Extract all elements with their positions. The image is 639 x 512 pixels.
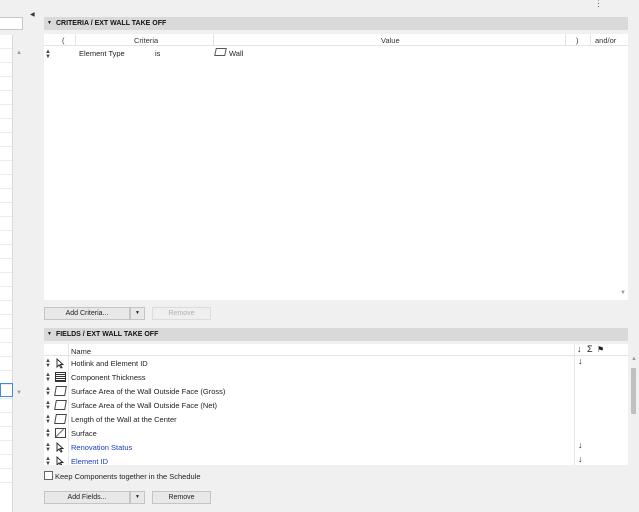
reorder-handle-icon[interactable]: ▲ ▼ xyxy=(45,386,51,397)
field-name: Renovation Status xyxy=(71,443,133,452)
open-paren-column[interactable]: ( xyxy=(62,36,65,45)
fields-section-header[interactable]: ▼ FIELDS / EXT WALL TAKE OFF xyxy=(44,328,628,341)
collapse-triangle-icon[interactable]: ▼ xyxy=(47,20,52,26)
scrollbar-thumb[interactable] xyxy=(631,368,636,414)
scroll-down-icon[interactable]: ▼ xyxy=(620,290,626,296)
criteria-row[interactable]: ▲ ▼ Element Type is Wall xyxy=(44,47,619,60)
chevron-down-icon: ▼ xyxy=(135,494,140,500)
field-row[interactable]: ▲ ▼ Hotlink and Element ID ↓ xyxy=(44,356,619,370)
wall-face-icon xyxy=(54,400,67,410)
add-fields-dropdown[interactable]: ▼ xyxy=(130,491,145,504)
sort-column-icon[interactable]: ↓ xyxy=(577,344,582,354)
scroll-down-icon[interactable]: ▼ xyxy=(16,390,22,396)
scroll-up-icon[interactable]: ▲ xyxy=(631,356,637,362)
field-row[interactable]: ▲ ▼ Length of the Wall at the Center xyxy=(44,412,619,426)
value-column[interactable]: Value xyxy=(381,36,400,45)
name-column[interactable]: Name xyxy=(71,347,91,356)
left-list-selected-item[interactable] xyxy=(0,383,13,397)
field-name: Component Thickness xyxy=(71,373,146,382)
remove-fields-button[interactable]: Remove xyxy=(152,491,211,504)
wall-face-icon xyxy=(54,414,67,424)
criteria-column[interactable]: Criteria xyxy=(134,36,158,45)
field-name: Surface Area of the Wall Outside Face (N… xyxy=(71,401,218,410)
value-cell[interactable]: Wall xyxy=(229,49,243,58)
criteria-title: CRITERIA / EXT WALL TAKE OFF xyxy=(55,20,167,27)
add-fields-button[interactable]: Add Fields... xyxy=(44,491,130,504)
wall-icon xyxy=(214,48,227,56)
criteria-table: ( Criteria Value ) and/or ▲ ▼ Element Typ… xyxy=(44,34,628,300)
layers-icon xyxy=(55,372,66,382)
reorder-handle-icon[interactable]: ▲ ▼ xyxy=(45,442,51,453)
field-name: Element ID xyxy=(71,457,109,465)
field-name: Surface Area of the Wall Outside Face (G… xyxy=(71,387,226,396)
criteria-section-header[interactable]: ▼ CRITERIA / EXT WALL TAKE OFF xyxy=(44,17,628,30)
collapse-left-icon[interactable]: ◀ xyxy=(30,11,35,18)
sort-arrow-icon[interactable]: ↓ xyxy=(578,356,583,366)
wall-face-icon xyxy=(54,386,67,396)
scroll-up-icon[interactable]: ▲ xyxy=(16,50,22,56)
field-name: Hotlink and Element ID xyxy=(71,359,148,368)
panel-splitter[interactable]: ◀ xyxy=(24,0,36,512)
fields-scrollbar[interactable]: ▲ xyxy=(630,344,639,465)
criteria-table-header: ( Criteria Value ) and/or xyxy=(44,34,628,46)
fields-table: Name ↓ Σ ⚑ ▲ ▼ Hotlink and Element ID ↓ ▲ ▼ Co… xyxy=(44,344,628,465)
fields-title: FIELDS / EXT WALL TAKE OFF xyxy=(55,331,159,338)
fields-table-header: Name ↓ Σ ⚑ xyxy=(44,344,628,356)
surface-icon xyxy=(55,428,66,438)
reorder-handle-icon[interactable]: ▲ ▼ xyxy=(45,414,51,425)
field-row[interactable]: ▲ ▼ Surface Area of the Wall Outside Face … xyxy=(44,398,619,412)
add-criteria-dropdown[interactable]: ▼ xyxy=(130,307,145,320)
criteria-cell[interactable]: Element Type xyxy=(79,49,125,58)
left-list[interactable] xyxy=(0,35,13,512)
field-name: Surface xyxy=(71,429,97,438)
left-search-field[interactable] xyxy=(0,17,23,30)
field-row[interactable]: ▲ ▼ Surface xyxy=(44,426,619,440)
field-row[interactable]: ▲ ▼ Component Thickness xyxy=(44,370,619,384)
field-name: Length of the Wall at the Center xyxy=(71,415,177,424)
remove-criteria-button[interactable]: Remove xyxy=(152,307,211,320)
reorder-handle-icon[interactable]: ▲ ▼ xyxy=(45,456,51,465)
andor-column[interactable]: and/or xyxy=(595,36,616,45)
cursor-icon xyxy=(55,357,66,369)
sort-arrow-icon[interactable]: ↓ xyxy=(578,440,583,450)
left-panel: ▲ ▼ xyxy=(0,0,24,512)
keep-components-checkbox[interactable] xyxy=(44,471,53,480)
cursor-icon xyxy=(55,441,66,453)
field-row[interactable]: ▲ ▼ Renovation Status ↓ xyxy=(44,440,619,454)
field-row[interactable]: ▲ ▼ Element ID ↓ xyxy=(44,454,619,465)
reorder-handle-icon[interactable]: ▲ ▼ xyxy=(45,400,51,411)
keep-components-label: Keep Components together in the Schedule xyxy=(55,472,201,481)
reorder-handle-icon[interactable]: ▲ ▼ xyxy=(45,49,51,60)
reorder-handle-icon[interactable]: ▲ ▼ xyxy=(45,428,51,439)
cursor-icon xyxy=(55,455,66,465)
schedule-criteria-panel: ⋮ ▼ CRITERIA / EXT WALL TAKE OFF ( Criter… xyxy=(36,0,639,512)
close-paren-column[interactable]: ) xyxy=(576,36,579,45)
operator-cell[interactable]: is xyxy=(155,49,160,58)
more-options-icon[interactable]: ⋮ xyxy=(594,0,603,9)
add-criteria-button[interactable]: Add Criteria... xyxy=(44,307,130,320)
field-row[interactable]: ▲ ▼ Surface Area of the Wall Outside Face … xyxy=(44,384,619,398)
reorder-handle-icon[interactable]: ▲ ▼ xyxy=(45,372,51,383)
sort-arrow-icon[interactable]: ↓ xyxy=(578,454,583,464)
collapse-triangle-icon[interactable]: ▼ xyxy=(47,331,52,337)
reorder-handle-icon[interactable]: ▲ ▼ xyxy=(45,358,51,369)
sum-column-icon[interactable]: Σ xyxy=(587,344,593,354)
hotlink-column-icon[interactable]: ⚑ xyxy=(597,345,604,354)
chevron-down-icon: ▼ xyxy=(135,310,140,316)
